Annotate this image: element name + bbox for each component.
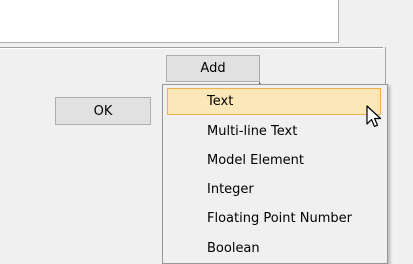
menu-item-label: Model Element: [207, 153, 304, 168]
add-button-label: Add: [200, 61, 226, 76]
menu-item-label: Text: [207, 94, 234, 109]
add-type-menu: Text Multi-line Text Model Element Integ…: [162, 84, 388, 264]
menu-item-label: Multi-line Text: [207, 124, 298, 139]
dialog-divider: [0, 47, 383, 49]
add-button[interactable]: Add: [166, 55, 260, 82]
menu-item-model-element[interactable]: Model Element: [167, 147, 381, 174]
property-list-panel: [0, 0, 339, 43]
menu-item-label: Boolean: [207, 241, 260, 256]
ok-button-label: OK: [93, 103, 113, 119]
menu-item-multi-line-text[interactable]: Multi-line Text: [167, 118, 381, 145]
menu-item-label: Floating Point Number: [207, 211, 352, 226]
ok-button[interactable]: OK: [55, 97, 151, 125]
menu-item-label: Integer: [207, 182, 254, 197]
arrow-pointer-icon: [366, 105, 382, 128]
menu-item-text[interactable]: Text: [167, 88, 381, 115]
menu-item-boolean[interactable]: Boolean: [167, 235, 381, 262]
menu-item-integer[interactable]: Integer: [167, 176, 381, 203]
menu-item-floating-point-number[interactable]: Floating Point Number: [167, 205, 381, 232]
